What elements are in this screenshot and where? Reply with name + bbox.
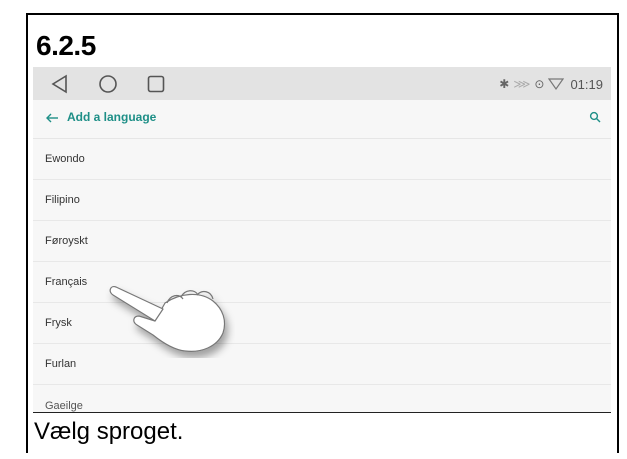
list-item[interactable]: Ewondo [33,139,611,180]
nav-back-icon[interactable] [49,73,71,95]
vibrate-icon: ⋙ [513,77,531,91]
system-bar: ✱ ⋙ ⊙ 01:19 [33,67,611,100]
page-title: Add a language [67,110,157,124]
status-icons: ✱ ⋙ ⊙ 01:19 [499,75,603,93]
clock: 01:19 [570,76,603,92]
list-item[interactable]: Français [33,262,611,303]
device-screen: ✱ ⋙ ⊙ 01:19 Add a language Ewondo Filipi… [33,67,611,413]
wifi-icon [548,78,565,91]
arrow-back-icon[interactable] [45,111,59,125]
bluetooth-icon: ✱ [499,77,510,91]
list-item[interactable]: Føroyskt [33,221,611,262]
step-number: 6.2.5 [36,30,96,61]
location-icon: ⊙ [534,77,545,91]
language-list: Ewondo Filipino Føroyskt Français Frysk … [33,139,611,412]
nav-recents-icon[interactable] [145,73,167,95]
list-item[interactable]: Frysk [33,303,611,344]
list-item[interactable]: Filipino [33,180,611,221]
list-item[interactable]: Gaeilge [33,385,611,412]
instruction-caption: Vælg sproget. [34,418,184,445]
search-icon[interactable] [589,111,601,123]
app-bar: Add a language [33,100,611,139]
nav-home-icon[interactable] [97,73,119,95]
list-item[interactable]: Furlan [33,344,611,385]
